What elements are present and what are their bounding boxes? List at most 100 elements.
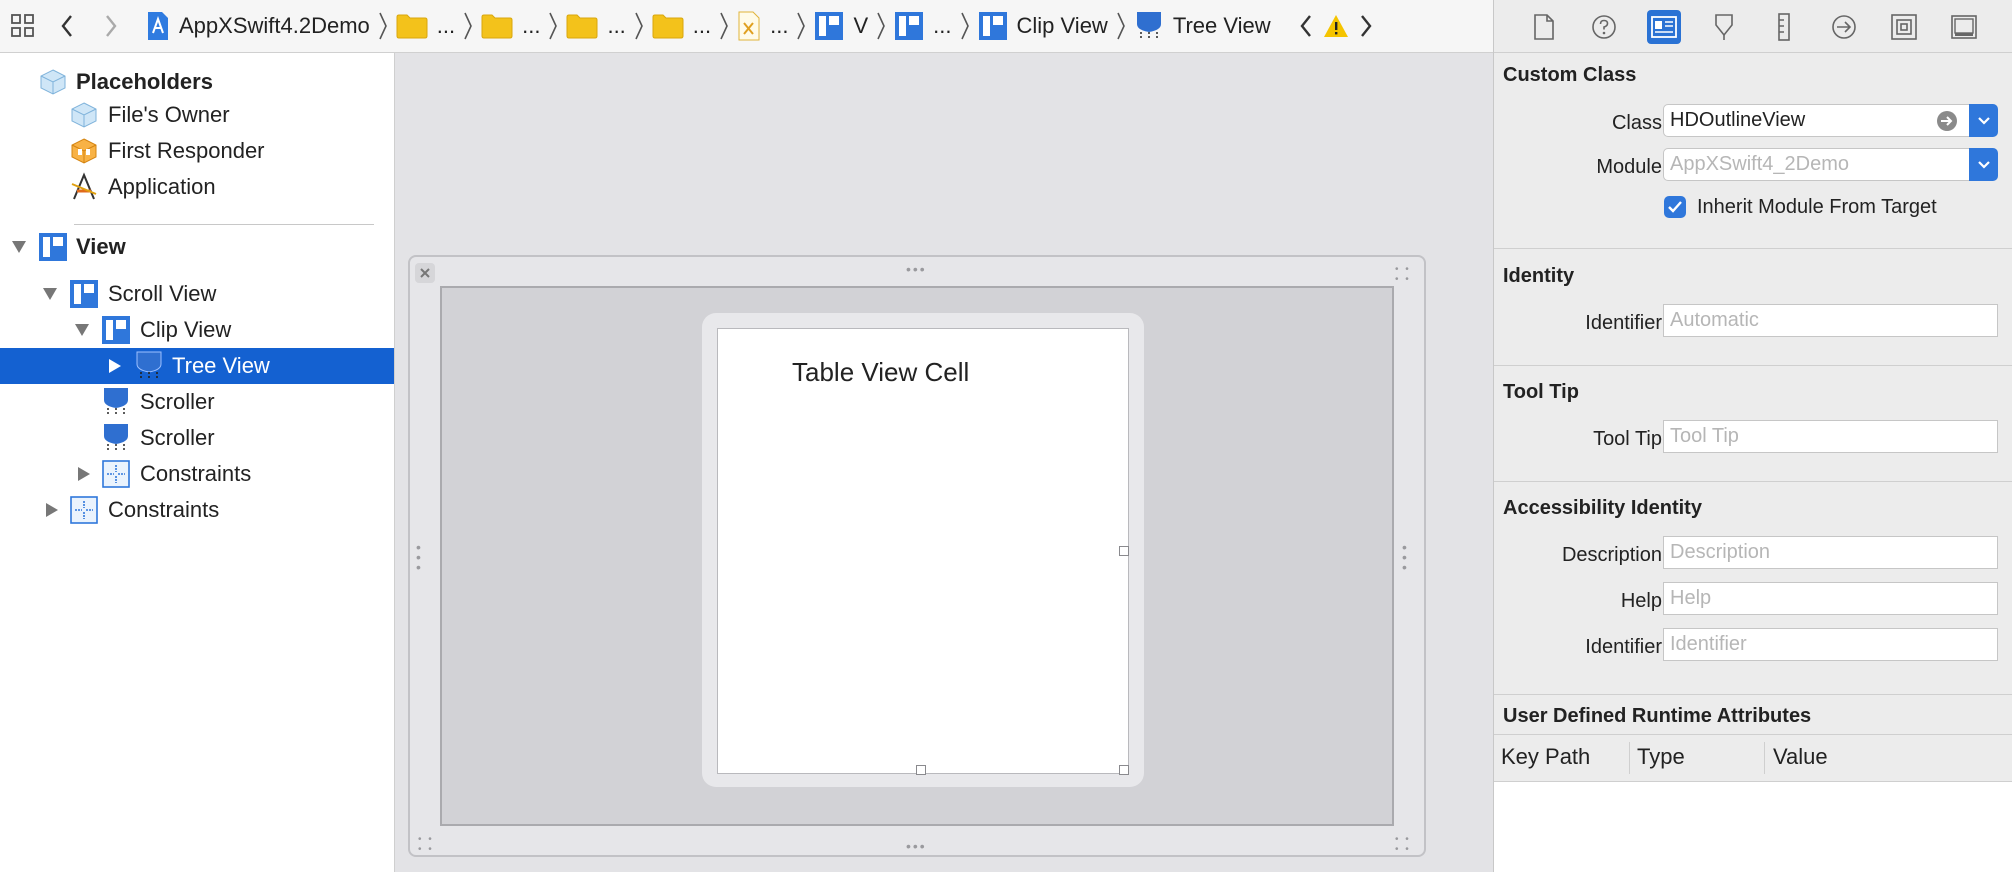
crumb-folder-4[interactable]: ...: [652, 13, 711, 39]
resize-grip-top[interactable]: •••: [906, 262, 927, 276]
resize-handle[interactable]: [1119, 765, 1129, 775]
column-header-value[interactable]: Value: [1773, 744, 1828, 770]
resize-handle[interactable]: [916, 765, 926, 775]
runtime-attributes-table[interactable]: [1494, 782, 2012, 872]
close-icon[interactable]: [415, 263, 435, 283]
module-field[interactable]: AppXSwift4_2Demo: [1663, 148, 1977, 181]
module-dropdown-icon[interactable]: [1969, 148, 1998, 181]
class-field[interactable]: HDOutlineView: [1663, 104, 1977, 137]
outline-item-view[interactable]: View: [0, 229, 394, 265]
folder-icon: [566, 13, 598, 39]
class-value: HDOutlineView: [1670, 109, 1806, 131]
connections-inspector-icon[interactable]: [1827, 10, 1861, 44]
table-cell-content[interactable]: Table View Cell: [717, 328, 1129, 775]
outline-item-clip-view[interactable]: Clip View: [0, 312, 394, 348]
disclosure-expanded-icon[interactable]: [41, 285, 59, 303]
section-title-identity: Identity: [1503, 265, 1575, 287]
first-responder-cube-icon: [69, 136, 99, 166]
disclosure-collapsed-icon[interactable]: [75, 465, 93, 483]
disclosure-collapsed-icon[interactable]: [106, 357, 124, 375]
section-divider: [1494, 365, 2012, 366]
outline-item-constraints-outer[interactable]: Constraints: [0, 492, 394, 528]
related-items-icon[interactable]: [8, 6, 38, 46]
identifier-field[interactable]: Automatic: [1663, 304, 1998, 337]
outline-item-scroller-2[interactable]: Scroller: [0, 420, 394, 456]
corner-grip[interactable]: • • • •: [418, 835, 434, 855]
crumb-tree-view[interactable]: Tree View: [1134, 10, 1271, 42]
outline-item-files-owner[interactable]: File's Owner: [0, 97, 394, 133]
table-cell-view[interactable]: Table View Cell: [702, 313, 1144, 787]
crumb-folder-1[interactable]: ...: [396, 13, 455, 39]
attributes-inspector-icon[interactable]: [1707, 10, 1741, 44]
inspector-tabs: [1494, 0, 2012, 52]
outline-label: Constraints: [108, 497, 220, 522]
help-inspector-icon[interactable]: [1587, 10, 1621, 44]
window-scene[interactable]: ••• ••• • • • • • • • • • • • • • • • • • • Tab…: [408, 255, 1426, 857]
identity-inspector-icon[interactable]: [1647, 10, 1681, 44]
accessibility-identifier-field[interactable]: Identifier: [1663, 628, 1998, 661]
bindings-inspector-icon[interactable]: [1887, 10, 1921, 44]
crumb-project[interactable]: AppXSwift4.2Demo: [146, 11, 370, 41]
corner-grip[interactable]: • • • •: [1395, 835, 1411, 855]
identity-inspector: Custom Class Class HDOutlineView Module …: [1493, 0, 2012, 872]
view-effects-inspector-icon[interactable]: [1947, 10, 1981, 44]
inherit-module-label[interactable]: Inherit Module From Target: [1697, 196, 1937, 219]
scroller-icon: [101, 423, 131, 453]
crumb-view[interactable]: V: [814, 11, 868, 41]
outline-item-placeholders[interactable]: Placeholders: [0, 64, 394, 100]
resize-grip-right[interactable]: • • •: [1402, 540, 1408, 574]
resize-grip-left[interactable]: • • •: [416, 540, 422, 574]
inherit-module-checkbox[interactable]: [1664, 196, 1686, 218]
warning-icon[interactable]: [1321, 6, 1351, 46]
corner-grip[interactable]: • • • •: [1395, 265, 1411, 285]
identifier-placeholder: Automatic: [1670, 309, 1759, 331]
disclosure-expanded-icon[interactable]: [73, 321, 91, 339]
outline-item-first-responder[interactable]: First Responder: [0, 133, 394, 169]
crumb-folder-3[interactable]: ...: [566, 13, 626, 39]
table-cell-text[interactable]: Table View Cell: [792, 357, 969, 388]
crumb-label: ...: [436, 13, 456, 38]
class-dropdown-icon[interactable]: [1969, 104, 1998, 137]
crumb-label: ...: [770, 13, 789, 38]
previous-issue-icon[interactable]: [1291, 6, 1321, 46]
interface-canvas[interactable]: ••• ••• • • • • • • • • • • • • • • • • • • Tab…: [395, 53, 1493, 872]
resize-handle[interactable]: [1119, 546, 1129, 556]
outline-item-scroller-1[interactable]: Scroller: [0, 384, 394, 420]
crumb-separator-icon: [1116, 11, 1126, 41]
crumb-clip-view[interactable]: Clip View: [978, 11, 1108, 41]
crumb-separator-icon: [634, 11, 644, 41]
column-separator: [1764, 742, 1765, 774]
size-inspector-icon[interactable]: [1767, 10, 1801, 44]
section-title-custom-class: Custom Class: [1503, 64, 1637, 86]
crumb-xib[interactable]: ...: [737, 11, 788, 41]
document-outline: Placeholders File's Owner First Responde…: [0, 53, 395, 872]
outline-item-constraints-inner[interactable]: Constraints: [0, 456, 394, 492]
scroll-view-area[interactable]: Table View Cell: [440, 286, 1394, 826]
section-divider: [1494, 248, 2012, 249]
column-header-key-path[interactable]: Key Path: [1501, 744, 1590, 770]
tooltip-field[interactable]: Tool Tip: [1663, 420, 1998, 453]
forward-chevron-icon[interactable]: [96, 6, 126, 46]
crumb-separator-icon: [876, 11, 886, 41]
description-field[interactable]: Description: [1663, 536, 1998, 569]
crumb-separator-icon: [960, 11, 970, 41]
resize-grip-bottom[interactable]: •••: [906, 839, 927, 853]
outline-item-scroll-view[interactable]: Scroll View: [0, 276, 394, 312]
crumb-label: ...: [933, 13, 952, 38]
outline-item-application[interactable]: Application: [0, 169, 394, 205]
go-to-class-icon[interactable]: [1936, 110, 1958, 132]
outline-label: Tree View: [172, 353, 270, 378]
next-issue-icon[interactable]: [1351, 6, 1381, 46]
file-inspector-icon[interactable]: [1527, 10, 1561, 44]
disclosure-collapsed-icon[interactable]: [43, 501, 61, 519]
crumb-scroll-view[interactable]: ...: [894, 11, 952, 41]
help-placeholder: Help: [1670, 587, 1712, 609]
disclosure-expanded-icon[interactable]: [10, 238, 28, 256]
class-label: Class: [1611, 112, 1662, 134]
outline-item-tree-view[interactable]: Tree View: [0, 348, 394, 384]
column-header-type[interactable]: Type: [1637, 744, 1685, 770]
view-icon: [101, 315, 131, 345]
back-chevron-icon[interactable]: [52, 6, 82, 46]
help-field[interactable]: Help: [1663, 582, 1998, 615]
crumb-folder-2[interactable]: ...: [481, 13, 540, 39]
